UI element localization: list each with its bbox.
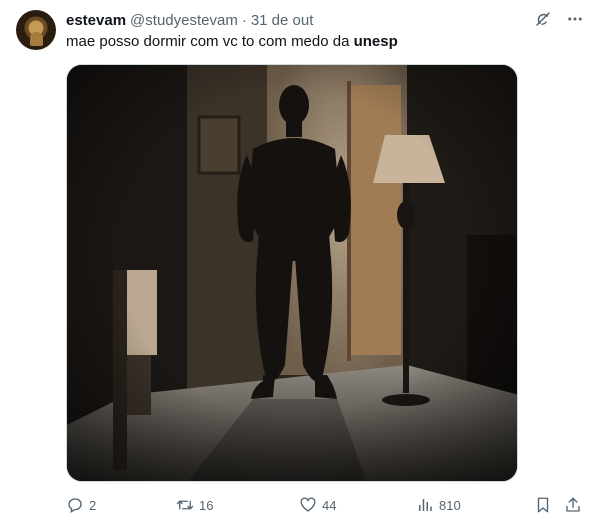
bookmark-icon: [537, 497, 549, 513]
retweet-button[interactable]: 16: [176, 494, 213, 516]
views-icon: [419, 499, 432, 511]
tweet-text-bold: unesp: [353, 33, 398, 50]
tweet-photo[interactable]: [66, 64, 518, 482]
avatar[interactable]: [16, 10, 56, 50]
like-count: 44: [322, 497, 337, 513]
author-handle[interactable]: @studyestevam: [130, 12, 238, 29]
share-icon: [566, 497, 580, 512]
tweet-text: mae posso dormir com vc to com medo da u…: [66, 32, 398, 52]
author-name[interactable]: estevam: [66, 12, 126, 29]
photo-silhouette-man: [67, 65, 517, 481]
bookmark-button[interactable]: [534, 494, 552, 516]
tweet-header: estevam @studyestevam · 31 de out: [66, 10, 313, 30]
separator-dot: ·: [241, 11, 247, 29]
like-button[interactable]: 44: [299, 494, 336, 516]
views-button[interactable]: 810: [416, 494, 461, 516]
more-icon[interactable]: [564, 8, 586, 30]
top-actions: [532, 8, 586, 30]
tweet[interactable]: estevam @studyestevam · 31 de out mae po…: [0, 0, 600, 520]
grok-icon[interactable]: [532, 8, 554, 30]
views-count: 810: [439, 497, 461, 513]
action-bar: 2 16 44 810: [66, 494, 586, 516]
like-icon: [300, 497, 316, 512]
retweet-icon: [176, 500, 194, 510]
tweet-date[interactable]: 31 de out: [251, 12, 314, 29]
retweet-count: 16: [199, 497, 214, 513]
tweet-text-plain: mae posso dormir com vc to com medo da: [66, 33, 354, 50]
share-button[interactable]: [564, 494, 582, 516]
reply-icon: [68, 498, 82, 514]
reply-button[interactable]: 2: [66, 494, 96, 516]
reply-count: 2: [89, 497, 97, 513]
